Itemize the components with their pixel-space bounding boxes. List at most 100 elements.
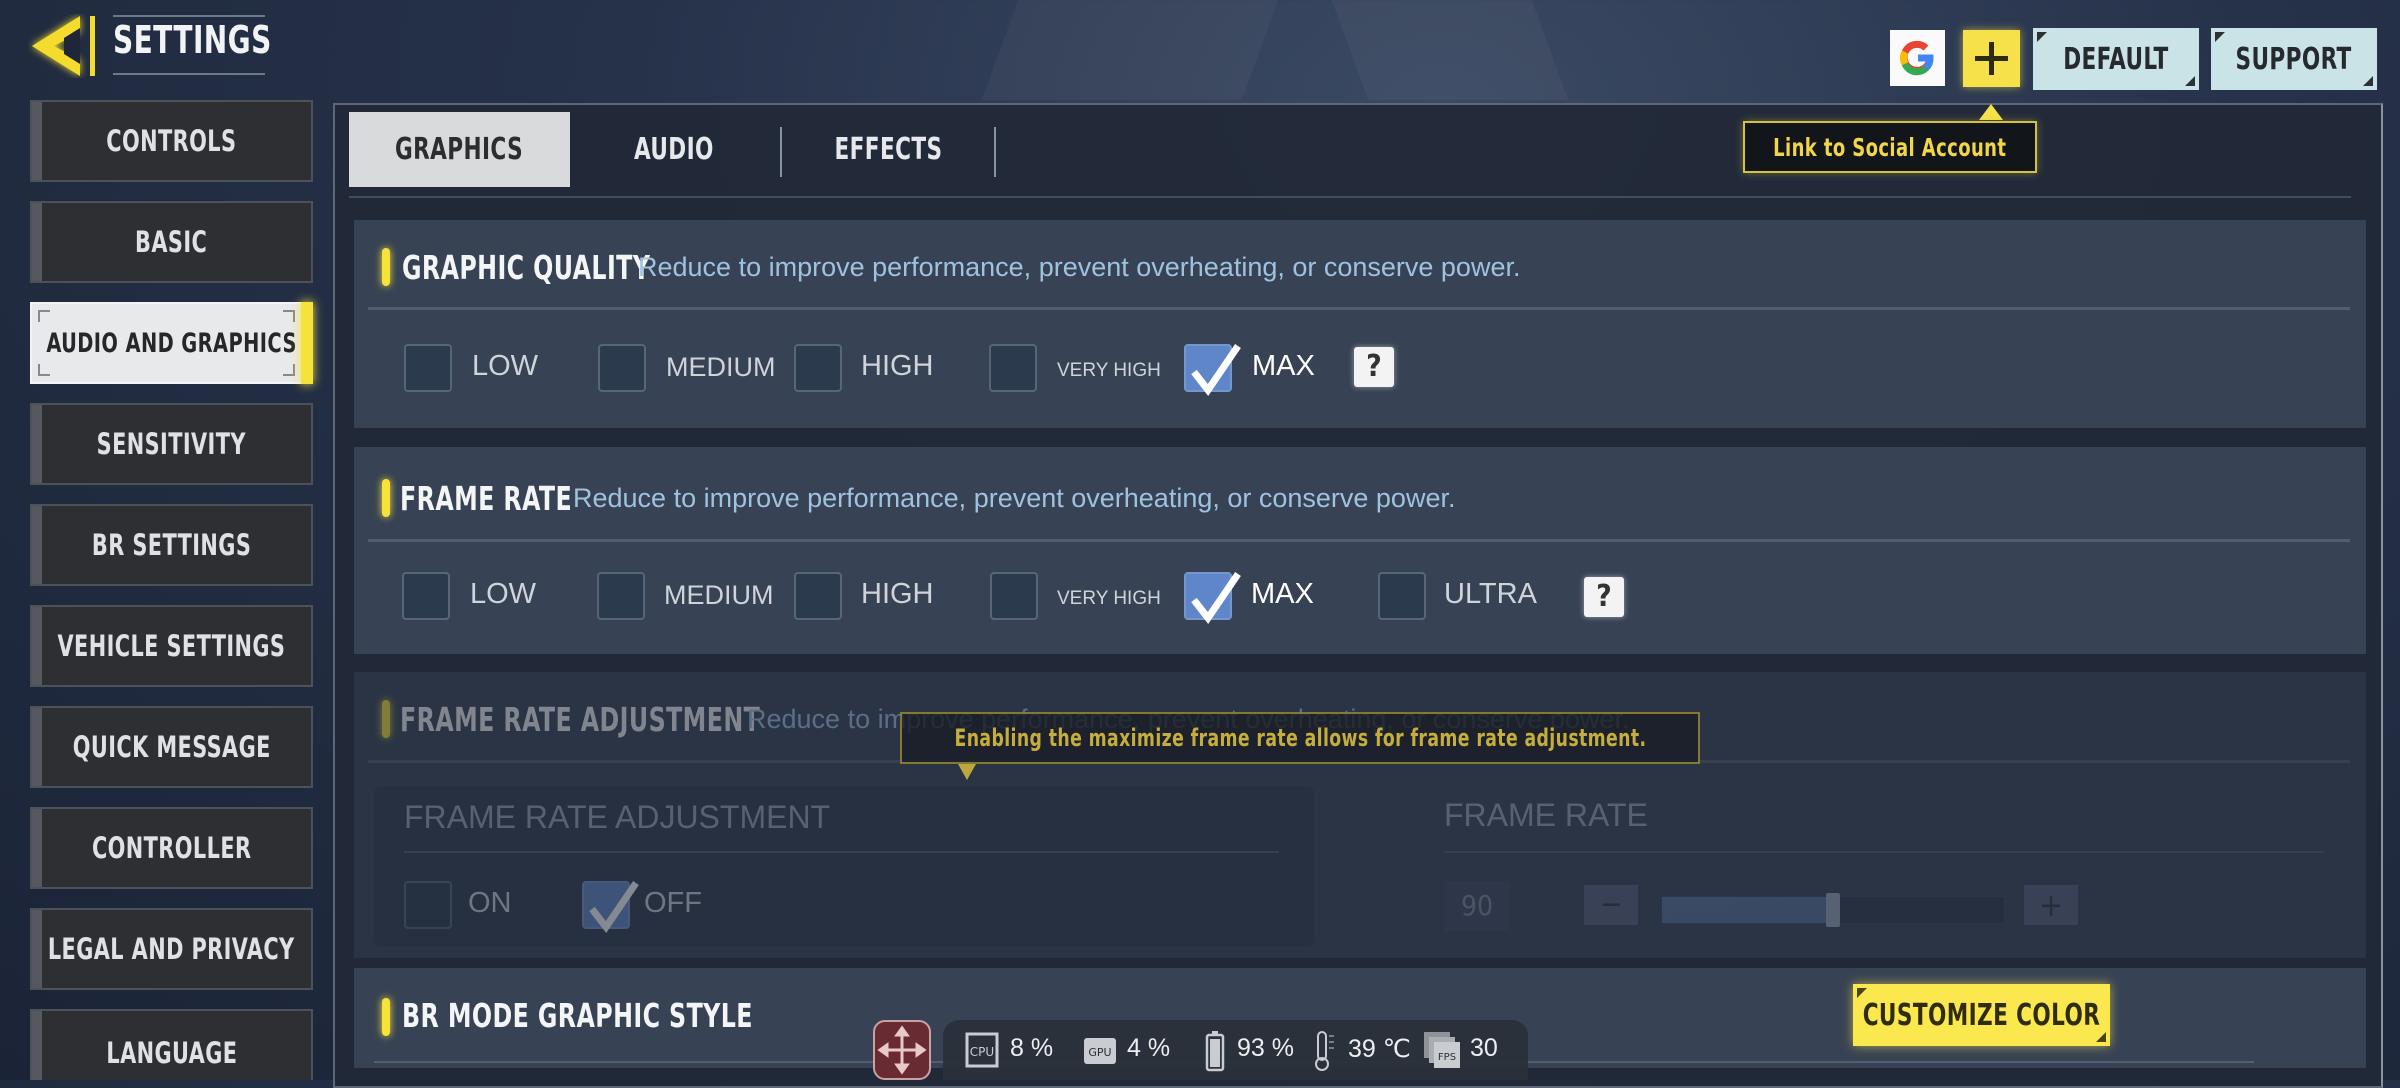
corner-decoration — [1857, 988, 1867, 998]
frame-rate-value-panel: FRAME RATE 90 − + — [1394, 787, 2334, 947]
slider-thumb[interactable] — [1826, 893, 1840, 927]
help-button[interactable]: ? — [1584, 577, 1624, 617]
checkbox-label: LOW — [470, 578, 537, 610]
section-title: FRAME RATE — [400, 479, 573, 518]
link-social-account-tooltip: Link to Social Account — [1743, 121, 2037, 173]
plus-icon — [1975, 42, 2008, 75]
graphic-quality-section: GRAPHIC QUALITY Reduce to improve perfor… — [354, 220, 2366, 428]
move-overlay-button[interactable] — [873, 1020, 931, 1080]
sidebar-item-audio-and-graphics[interactable]: AUDIO AND GRAPHICS — [30, 302, 313, 384]
tab-audio[interactable]: AUDIO — [570, 112, 778, 187]
subpanel-title: FRAME RATE — [1444, 797, 1648, 833]
sidebar-item-label: BR SETTINGS — [91, 528, 252, 562]
section-divider — [368, 307, 2350, 310]
frame-rate-increase-button[interactable]: + — [2024, 885, 2078, 925]
tab-graphics[interactable]: GRAPHICS — [349, 112, 570, 187]
graphic-quality-medium-checkbox[interactable] — [598, 344, 646, 392]
tab-label: AUDIO — [634, 132, 714, 167]
corner-decoration — [2096, 1032, 2106, 1042]
graphic-quality-very-high-checkbox[interactable] — [989, 344, 1037, 392]
checkbox-label: ON — [468, 887, 512, 919]
sidebar-item-label: SENSITIVITY — [96, 427, 247, 461]
corner-decoration — [283, 364, 295, 376]
frame-rate-decrease-button[interactable]: − — [1584, 885, 1638, 925]
checkbox-label: VERY HIGH — [1057, 360, 1161, 381]
sidebar-item-label: BASIC — [135, 225, 208, 259]
frame-rate-ultra-checkbox[interactable] — [1378, 572, 1426, 620]
sidebar-item-basic[interactable]: BASIC — [30, 201, 313, 283]
section-title: BR MODE GRAPHIC STYLE — [402, 996, 753, 1035]
title-divider — [113, 73, 265, 75]
checkbox-label: MAX — [1251, 578, 1314, 610]
battery-level: 93 % — [1237, 1034, 1294, 1062]
frame-rate-medium-checkbox[interactable] — [597, 572, 645, 620]
google-icon — [1900, 40, 1934, 76]
section-accent-bar — [382, 248, 390, 286]
subpanel-divider — [404, 851, 1279, 853]
sidebar-item-vehicle-settings[interactable]: VEHICLE SETTINGS — [30, 605, 313, 687]
graphic-quality-max-checkbox[interactable] — [1184, 344, 1241, 396]
svg-text:FPS: FPS — [1438, 1052, 1456, 1063]
gpu-icon: GPU — [1084, 1038, 1116, 1064]
help-button[interactable]: ? — [1354, 347, 1394, 387]
section-accent-bar — [382, 479, 390, 517]
tooltip-arrow — [1979, 104, 2003, 120]
sidebar-item-sensitivity[interactable]: SENSITIVITY — [30, 403, 313, 485]
corner-decoration — [2215, 32, 2225, 42]
checkmark-icon — [1191, 344, 1241, 396]
frame-rate-value: 90 — [1444, 881, 1510, 931]
sidebar-item-quick-message[interactable]: QUICK MESSAGE — [30, 706, 313, 788]
frame-rate-slider[interactable] — [1661, 893, 2005, 927]
checkmark-icon — [589, 881, 639, 933]
checkbox-label: HIGH — [861, 350, 934, 382]
background-shape — [982, 0, 1278, 100]
frame-rate-high-checkbox[interactable] — [794, 572, 842, 620]
google-link-button[interactable] — [1890, 30, 1945, 86]
sidebar-item-legal-and-privacy[interactable]: LEGAL AND PRIVACY — [30, 908, 313, 990]
frame-rate-low-checkbox[interactable] — [402, 572, 450, 620]
sidebar-item-controller[interactable]: CONTROLLER — [30, 807, 313, 889]
tabs-divider — [349, 196, 2351, 198]
back-arrow-icon — [32, 16, 95, 76]
corner-decoration — [2037, 32, 2047, 42]
link-social-account-button[interactable] — [1963, 30, 2020, 87]
tab-label: GRAPHICS — [395, 132, 524, 167]
checkbox-label: LOW — [472, 350, 539, 382]
page-title: SETTINGS — [113, 18, 272, 62]
plus-icon: + — [2038, 886, 2064, 924]
graphic-quality-high-checkbox[interactable] — [794, 344, 842, 392]
frame-rate-max-checkbox[interactable] — [1184, 572, 1241, 624]
minus-icon: − — [1599, 887, 1623, 922]
graphic-quality-low-checkbox[interactable] — [404, 344, 452, 392]
default-button[interactable]: DEFAULT — [2033, 28, 2199, 90]
cpu-icon: CPU — [965, 1032, 999, 1068]
subpanel-title: FRAME RATE ADJUSTMENT — [404, 799, 831, 835]
checkbox-label: HIGH — [861, 578, 934, 610]
sidebar-item-language[interactable]: LANGUAGE — [30, 1009, 313, 1080]
section-description: Reduce to improve performance, prevent o… — [573, 483, 1456, 513]
tab-separator — [994, 127, 996, 177]
tooltip-text: Enabling the maximize frame rate allows … — [954, 724, 1646, 752]
frame-rate-adjustment-off-checkbox[interactable] — [582, 881, 639, 933]
section-accent-bar — [382, 700, 390, 738]
sidebar-item-br-settings[interactable]: BR SETTINGS — [30, 504, 313, 586]
battery-icon — [1205, 1031, 1225, 1072]
checkbox-label: VERY HIGH — [1057, 588, 1161, 609]
back-button[interactable] — [28, 14, 98, 78]
checkbox-label: MEDIUM — [664, 580, 774, 610]
sidebar-item-label: CONTROLLER — [91, 831, 252, 865]
title-divider — [113, 15, 265, 17]
frame-rate-adjustment-on-checkbox[interactable] — [404, 881, 452, 929]
sidebar-item-controls[interactable]: CONTROLS — [30, 100, 313, 182]
checkbox-label: OFF — [644, 887, 702, 919]
sidebar-item-label: CONTROLS — [106, 124, 237, 158]
frame-rate-very-high-checkbox[interactable] — [990, 572, 1038, 620]
support-button[interactable]: SUPPORT — [2211, 28, 2377, 90]
customize-color-label: CUSTOMIZE COLOR — [1862, 997, 2101, 1033]
thermometer-icon — [1315, 1031, 1334, 1071]
sidebar-item-label: AUDIO AND GRAPHICS — [46, 327, 297, 359]
sidebar-item-label: QUICK MESSAGE — [72, 730, 271, 764]
tab-effects[interactable]: EFFECTS — [782, 112, 994, 187]
customize-color-button[interactable]: CUSTOMIZE COLOR — [1853, 984, 2110, 1046]
checkbox-label: MAX — [1252, 350, 1315, 382]
